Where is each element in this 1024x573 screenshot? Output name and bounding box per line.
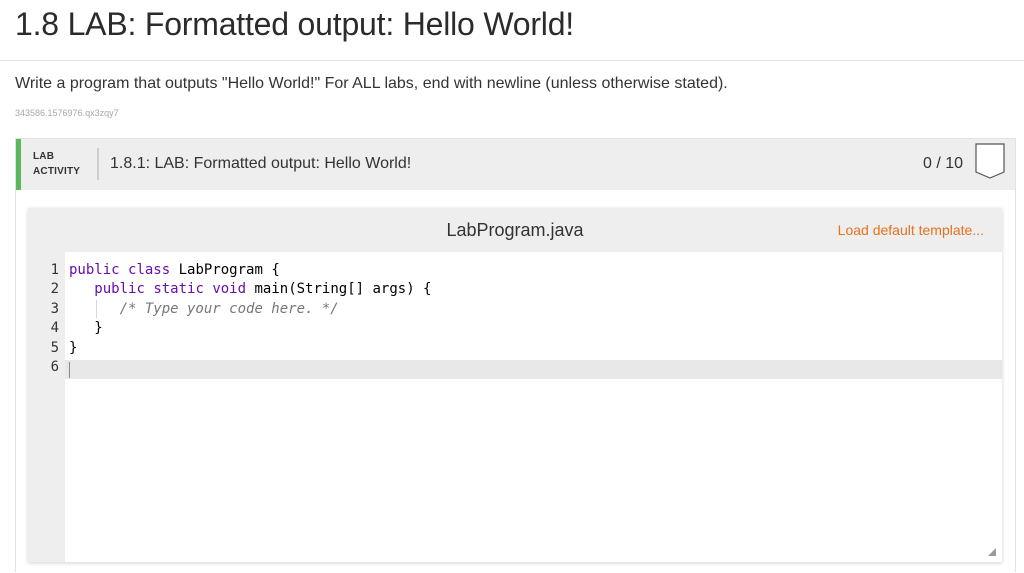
active-line-highlight xyxy=(65,360,1002,379)
code-line: } xyxy=(69,340,78,356)
activity-code-id: 343586.1576976.qx3zqy7 xyxy=(15,108,119,118)
tag-separator xyxy=(97,148,99,180)
activity-body: LabProgram.java Load default template...… xyxy=(16,190,1015,573)
page-title: 1.8 LAB: Formatted output: Hello World! xyxy=(15,6,574,42)
load-default-template-link[interactable]: Load default template... xyxy=(838,222,984,238)
lab-tag-line1: LAB xyxy=(33,151,55,162)
lab-activity-tag: LAB ACTIVITY xyxy=(33,149,80,179)
code-line: /* Type your code here. */ xyxy=(119,301,339,317)
line-number-gutter: 1 2 3 4 5 6 xyxy=(28,252,65,562)
activity-header: LAB ACTIVITY 1.8.1: LAB: Formatted outpu… xyxy=(16,139,1015,190)
code-line: public static void main(String[] args) { xyxy=(94,281,432,297)
code-editor: LabProgram.java Load default template...… xyxy=(28,208,1002,562)
text-cursor xyxy=(69,362,70,378)
lab-activity-panel: LAB ACTIVITY 1.8.1: LAB: Formatted outpu… xyxy=(15,138,1016,573)
line-number: 6 xyxy=(50,359,59,375)
line-number: 3 xyxy=(50,301,59,317)
code-line: public class LabProgram { xyxy=(69,262,280,278)
resize-handle[interactable] xyxy=(988,548,996,556)
title-divider xyxy=(0,60,1024,61)
activity-title: 1.8.1: LAB: Formatted output: Hello Worl… xyxy=(110,155,412,172)
line-number: 2 xyxy=(50,281,59,297)
code-input-area[interactable]: public class LabProgram { public static … xyxy=(65,252,1002,562)
editor-header: LabProgram.java Load default template... xyxy=(28,208,1002,252)
line-number: 4 xyxy=(50,320,59,336)
score-badge-icon xyxy=(975,143,1005,179)
score-label: 0 / 10 xyxy=(922,155,963,172)
line-number: 5 xyxy=(50,340,59,356)
code-line: } xyxy=(69,320,103,336)
line-number: 1 xyxy=(50,262,59,278)
lab-tag-line2: ACTIVITY xyxy=(33,166,81,177)
lab-instructions: Write a program that outputs "Hello Worl… xyxy=(15,75,728,92)
